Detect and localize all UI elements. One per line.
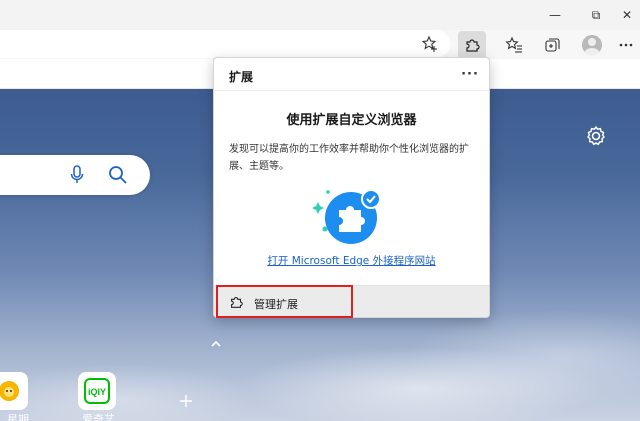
microphone-icon[interactable] bbox=[70, 165, 84, 189]
svg-text:iQIY: iQIY bbox=[88, 387, 106, 397]
quick-link-label: 爱奇艺 bbox=[82, 413, 115, 421]
quick-link-tile[interactable] bbox=[0, 372, 28, 410]
extensions-icon[interactable] bbox=[458, 31, 486, 59]
page-settings-gear-icon[interactable] bbox=[584, 124, 608, 148]
profile-avatar[interactable] bbox=[578, 31, 606, 59]
popup-description: 发现可以提高你的工作效率并帮助你个性化浏览器的扩展、主题等。 bbox=[229, 144, 469, 172]
add-shortcut-icon[interactable] bbox=[178, 393, 194, 409]
avatar bbox=[582, 35, 602, 55]
favorites-icon[interactable] bbox=[500, 31, 528, 59]
address-bar[interactable] bbox=[0, 30, 450, 58]
sunflower-icon bbox=[0, 381, 19, 401]
search-icon[interactable] bbox=[108, 165, 128, 189]
puzzle-illustration-icon bbox=[304, 180, 394, 255]
popup-title: 扩展 bbox=[229, 70, 254, 84]
title-bar: — ⧉ ✕ bbox=[0, 0, 640, 30]
edge-addons-link[interactable]: 打开 Microsoft Edge 外接程序网站 bbox=[214, 253, 489, 268]
popup-heading: 使用扩展自定义浏览器 bbox=[286, 113, 417, 128]
restore-button[interactable]: ⧉ bbox=[581, 4, 611, 26]
extensions-popup: 扩展 ··· 使用扩展自定义浏览器 发现可以提高你的工作效率并帮助你个性化浏览器… bbox=[213, 57, 490, 318]
highlight-annotation bbox=[216, 285, 353, 318]
quick-link-tile[interactable]: iQIY bbox=[78, 372, 116, 410]
add-to-favorites-icon[interactable] bbox=[416, 30, 444, 58]
minimize-button[interactable]: — bbox=[540, 4, 570, 26]
close-button[interactable]: ✕ bbox=[612, 4, 640, 26]
collections-icon[interactable] bbox=[538, 31, 566, 59]
search-box[interactable] bbox=[0, 155, 150, 195]
chevron-up-icon[interactable] bbox=[208, 336, 224, 352]
quick-link-label: …星期 bbox=[0, 413, 29, 421]
more-options-button[interactable]: ··· bbox=[458, 64, 482, 84]
settings-and-more-icon[interactable] bbox=[612, 31, 640, 59]
iqiyi-icon: iQIY bbox=[84, 378, 110, 404]
popup-header: 扩展 ··· bbox=[214, 58, 489, 91]
